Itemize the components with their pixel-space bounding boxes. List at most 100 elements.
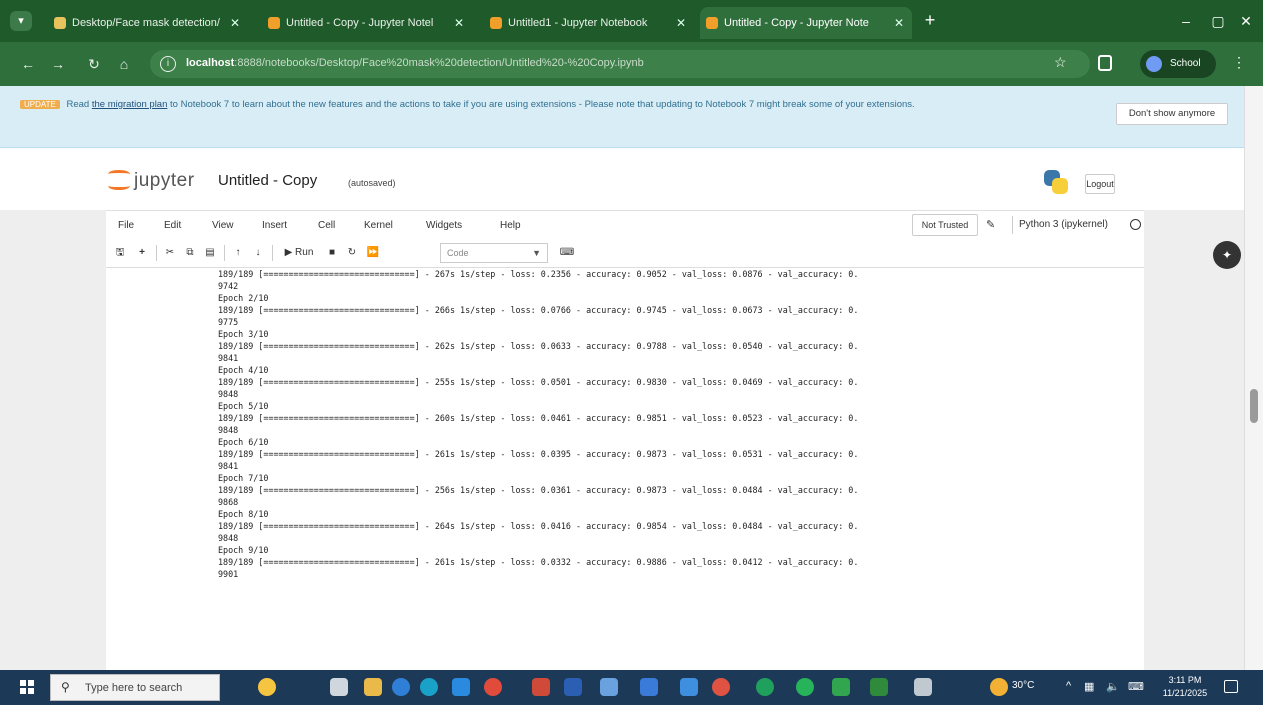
language-icon[interactable]: ⌨ (1128, 680, 1144, 693)
menu-help[interactable]: Help (500, 220, 521, 231)
browser-menu-icon[interactable]: ⋮ (1232, 54, 1246, 71)
cell-type-select[interactable]: Code ▼ (440, 243, 548, 263)
banner-text-before: Read (63, 99, 92, 110)
edge-icon[interactable] (392, 678, 410, 696)
window-close-icon[interactable]: ✕ (1232, 10, 1260, 32)
output-line: Epoch 8/10 (218, 509, 269, 519)
network-icon[interactable]: ▦ (1084, 680, 1094, 693)
browser-app-icon[interactable] (420, 678, 438, 696)
clock-time: 3:11 PM (1168, 675, 1202, 685)
output-line: 9841 (218, 353, 239, 363)
jupyter-logo-icon[interactable] (108, 168, 130, 192)
vscode-icon[interactable] (452, 678, 470, 696)
maximize-icon[interactable]: ▢ (1204, 10, 1232, 32)
site-info-icon[interactable]: i (160, 56, 176, 72)
move-down-icon[interactable]: ↓ (250, 243, 266, 263)
app-icon-calc[interactable] (640, 678, 658, 696)
move-up-icon[interactable]: ↑ (230, 243, 246, 263)
menu-insert[interactable]: Insert (262, 220, 287, 231)
tab-search-icon[interactable]: ▾ (10, 11, 32, 31)
output-line: 9848 (218, 533, 239, 543)
close-icon[interactable]: ✕ (230, 7, 240, 39)
file-explorer-icon[interactable] (364, 678, 382, 696)
weather-icon[interactable] (990, 678, 1008, 696)
chrome-icon[interactable] (484, 678, 502, 696)
output-line: 189/189 [==============================]… (218, 377, 859, 387)
close-icon[interactable]: ✕ (454, 7, 464, 39)
logout-button[interactable]: Logout (1085, 174, 1115, 194)
profile-button[interactable]: School (1140, 50, 1216, 78)
notebook-title[interactable]: Untitled - Copy (218, 172, 317, 189)
volume-icon[interactable]: 🔈 (1106, 680, 1120, 693)
save-icon[interactable]: 🖫 (112, 243, 128, 263)
browser-tab-label: Desktop/Face mask detection/ (72, 17, 220, 29)
migration-plan-link[interactable]: the migration plan (92, 99, 168, 110)
toolbar-divider (224, 245, 225, 261)
whatsapp-icon[interactable] (796, 678, 814, 696)
menu-view[interactable]: View (212, 220, 234, 231)
new-tab-button[interactable]: + (920, 10, 940, 30)
browser-tab-2[interactable]: Untitled - Copy - Jupyter Notel ✕ (262, 7, 472, 39)
app-icon-sheet[interactable] (870, 678, 888, 696)
insert-cell-icon[interactable]: + (134, 243, 150, 263)
app-icon-blue[interactable] (600, 678, 618, 696)
chrome-icon-3[interactable] (756, 678, 774, 696)
restart-run-all-icon[interactable]: ⏩ (364, 243, 382, 263)
run-button[interactable]: ▶ Run (278, 243, 320, 263)
ai-assistant-icon[interactable]: ✦ (1213, 241, 1241, 269)
menu-edit[interactable]: Edit (164, 220, 181, 231)
browser-tab-label: Untitled1 - Jupyter Notebook (508, 17, 648, 29)
extensions-icon[interactable] (1098, 55, 1112, 71)
home-icon[interactable]: ⌂ (114, 54, 134, 74)
weather-temp[interactable]: 30°C (1012, 680, 1034, 691)
not-trusted-button[interactable]: Not Trusted (912, 214, 978, 236)
menu-cell[interactable]: Cell (318, 220, 335, 231)
scrollbar-thumb[interactable] (1250, 389, 1258, 423)
notification-icon[interactable] (1224, 680, 1238, 693)
app-icon-green[interactable] (832, 678, 850, 696)
output-line: 189/189 [==============================]… (218, 269, 859, 279)
task-view-icon[interactable] (330, 678, 348, 696)
output-line: 9848 (218, 425, 239, 435)
copy-icon[interactable]: ⧉ (182, 243, 198, 263)
windows-start-icon[interactable] (20, 680, 34, 694)
jupyter-brand[interactable]: jupyter (134, 170, 195, 192)
chrome-icon-2[interactable] (712, 678, 730, 696)
command-palette-icon[interactable]: ⌨ (558, 243, 576, 263)
chevron-up-icon[interactable]: ^ (1066, 680, 1071, 692)
menu-kernel[interactable]: Kernel (364, 220, 393, 231)
notebook-toolbar: 🖫 + ✂ ⧉ ▤ ↑ ↓ ▶ Run ■ ↻ ⏩ Code ▼ ⌨ (106, 240, 1144, 268)
cut-icon[interactable]: ✂ (162, 243, 178, 263)
forward-icon[interactable]: → (48, 54, 68, 74)
app-icon-red[interactable] (532, 678, 550, 696)
page-scrollbar[interactable] (1244, 86, 1263, 670)
output-line: 9868 (218, 497, 239, 507)
close-icon[interactable]: ✕ (676, 7, 686, 39)
word-icon[interactable] (564, 678, 582, 696)
address-bar[interactable]: i localhost:8888/notebooks/Desktop/Face%… (150, 50, 1090, 78)
output-line: 9775 (218, 317, 239, 327)
menu-file[interactable]: File (118, 220, 134, 231)
widgets-icon[interactable] (258, 678, 276, 696)
photos-icon[interactable] (680, 678, 698, 696)
output-line: Epoch 4/10 (218, 365, 269, 375)
paste-icon[interactable]: ▤ (202, 243, 218, 263)
dont-show-anymore-button[interactable]: Don't show anymore (1116, 103, 1228, 125)
browser-tab-3[interactable]: Untitled1 - Jupyter Notebook ✕ (484, 7, 694, 39)
app-icon-grey[interactable] (914, 678, 932, 696)
browser-tab-4[interactable]: Untitled - Copy - Jupyter Note ✕ (700, 7, 912, 39)
kernel-name[interactable]: Python 3 (ipykernel) (1012, 216, 1108, 234)
interrupt-icon[interactable]: ■ (324, 243, 340, 263)
restart-icon[interactable]: ↻ (344, 243, 360, 263)
taskbar-search[interactable]: ⚲ Type here to search (50, 674, 220, 701)
browser-tab-1[interactable]: Desktop/Face mask detection/ ✕ (48, 7, 248, 39)
bookmark-star-icon[interactable]: ☆ (1054, 54, 1067, 71)
minimize-icon[interactable]: – (1172, 10, 1200, 32)
close-icon[interactable]: ✕ (894, 7, 904, 39)
taskbar-clock[interactable]: 3:11 PM 11/21/2025 (1162, 674, 1208, 700)
edit-pencil-icon[interactable]: ✎ (986, 218, 995, 231)
browser-toolbar: ← → ↻ ⌂ i localhost:8888/notebooks/Deskt… (0, 42, 1263, 86)
back-icon[interactable]: ← (18, 54, 38, 74)
menu-widgets[interactable]: Widgets (426, 220, 462, 231)
reload-icon[interactable]: ↻ (84, 54, 104, 74)
